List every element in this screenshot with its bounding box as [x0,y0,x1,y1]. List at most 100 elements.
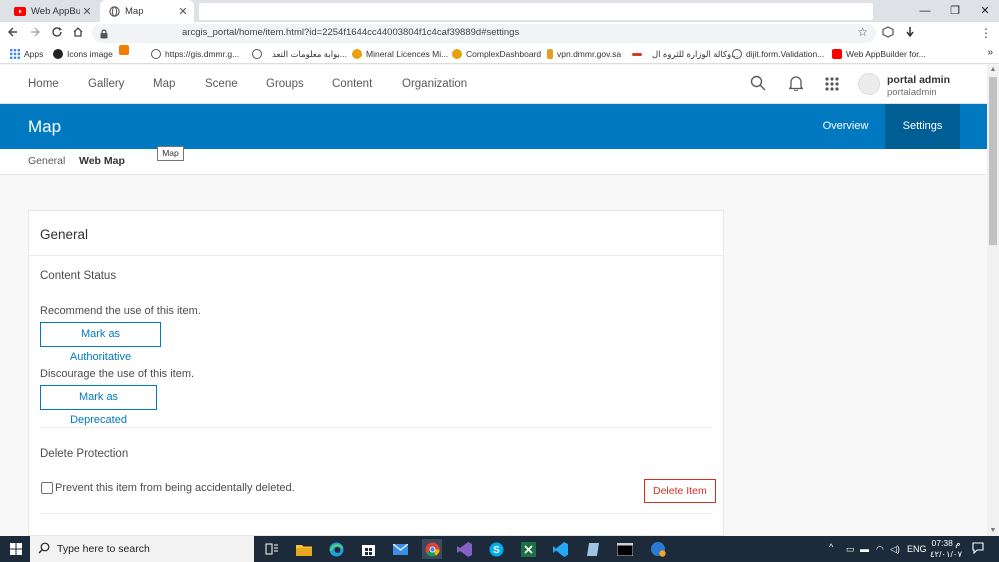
avatar[interactable] [858,73,880,95]
delete-protection-label[interactable]: Prevent this item from being accidentall… [55,482,295,494]
bookmark-icons-image[interactable]: Icons image [53,47,113,61]
globe-icon [108,5,120,17]
delete-item-button[interactable]: Delete Item [644,479,716,503]
tab-title: Map [125,5,144,17]
delete-protection-checkbox[interactable] [41,482,53,494]
chrome-icon[interactable] [422,539,442,559]
store-icon[interactable] [358,539,378,559]
more-bookmarks-icon[interactable]: » [987,47,993,58]
minimize-icon[interactable]: — [910,2,940,20]
volume-icon[interactable]: ◁) [890,544,900,555]
reload-icon[interactable] [50,26,64,40]
windows-taskbar: Type here to search S ^ ▭ ▬ ◠ ◁) ENG 07:… [0,536,999,562]
scroll-up-icon[interactable]: ▲ [987,65,999,75]
bookmark-star-icon[interactable]: ☆ [857,25,868,39]
scrollbar-thumb[interactable] [989,77,997,245]
extension-icon[interactable] [903,26,917,40]
globe-icon [151,49,161,59]
apps-grid-icon [10,49,20,59]
recommend-label: Recommend the use of this item. [40,305,201,317]
browser-tab-strip: Web AppBuildе ✕ Map ✕ — ❐ ✕ [0,0,999,22]
bookmark-blogger[interactable] [119,43,133,57]
bookmark-gis-dmmr[interactable]: https://gis.dmmr.g... [151,47,239,61]
divider [40,427,712,428]
windows-start-icon[interactable] [10,543,22,558]
lock-icon[interactable] [100,28,108,42]
home-icon[interactable] [71,26,85,40]
battery-icon[interactable]: ▬ [860,544,869,554]
delete-protection-title: Delete Protection [40,448,129,460]
wifi-icon[interactable]: ◠ [876,544,884,555]
close-window-icon[interactable]: ✕ [970,2,999,20]
subnav-general[interactable]: General [28,155,65,167]
tray-chevron-icon[interactable]: ^ [829,542,833,552]
tray-device-icon[interactable]: ▭ [846,544,855,555]
nav-map[interactable]: Map [153,78,175,90]
tab-settings[interactable]: Settings [885,104,960,149]
extension-icon[interactable] [881,26,895,40]
app-launcher-icon[interactable] [825,77,839,94]
forward-arrow-icon[interactable] [28,26,42,40]
visual-studio-icon[interactable] [454,539,474,559]
subnav-web-map[interactable]: Web Map [79,155,125,167]
taskbar-clock[interactable]: 07:38 م ٤٢/٠١/٠٧ [928,538,964,560]
close-tab-icon[interactable]: ✕ [80,5,94,18]
url-text[interactable]: arcgis_portal/home/item.html?id=2254f164… [182,27,519,38]
skype-icon[interactable]: S [486,539,506,559]
mail-icon[interactable] [390,539,410,559]
bookmark-label: https://gis.dmmr.g... [165,49,240,59]
bookmark-web-appbuilder[interactable]: Web AppBuilder for... [832,47,926,61]
youtube-icon [832,49,842,59]
search-icon [38,542,50,557]
divider [40,513,712,514]
search-icon[interactable] [750,75,766,94]
chrome-menu-icon[interactable]: ⋮ [979,26,993,40]
bookmarks-bar: Apps Icons image https://gis.dmmr.g... ب… [0,44,999,64]
excel-icon[interactable] [518,539,538,559]
settings-subnav: General Web Map [0,149,999,175]
bookmark-apps[interactable]: Apps [10,47,43,61]
input-language[interactable]: ENG [907,544,927,554]
task-view-icon[interactable] [262,539,282,559]
app-icon[interactable] [648,539,668,559]
mark-authoritative-button[interactable]: Mark as Authoritative [40,322,161,363]
tab-overview[interactable]: Overview [807,104,884,149]
bookmark-complex-dashboard[interactable]: ComplexDashboard [452,47,541,61]
divider [29,255,723,256]
bookmark-vpn[interactable]: vpn.dmmr.gov.sa [547,47,621,61]
nav-gallery[interactable]: Gallery [88,78,124,90]
bookmark-ministry[interactable]: وكالة الوزارة للثروة ال... [632,47,738,61]
globe-icon [732,49,742,59]
user-display-name[interactable]: portal admin [887,74,950,86]
bookmark-dijit[interactable]: dijit.form.Validation... [732,47,824,61]
content-status-title: Content Status [40,270,117,282]
bookmark-label: Mineral Licences Mi... [366,49,449,59]
vpn-icon [547,49,553,59]
notifications-icon[interactable] [972,542,984,556]
omnibox[interactable]: arcgis_portal/home/item.html?id=2254f164… [92,24,876,43]
file-explorer-icon[interactable] [294,539,314,559]
scroll-down-icon[interactable]: ▼ [987,526,999,536]
maximize-icon[interactable]: ❐ [940,2,970,20]
bookmark-arabic-portal[interactable]: بوابة معلومات التعد... [252,47,347,61]
mark-deprecated-button[interactable]: Mark as Deprecated [40,385,157,426]
nav-organization[interactable]: Organization [402,78,467,90]
taskbar-search-box[interactable]: Type here to search [30,536,254,562]
bell-icon[interactable] [787,75,805,94]
notepad-icon[interactable] [583,539,603,559]
tab-strip-empty-area [199,3,873,20]
back-arrow-icon[interactable] [6,26,20,40]
page-scrollbar[interactable]: ▲ ▼ [987,65,999,536]
vscode-icon[interactable] [550,539,570,559]
bookmark-mineral-licences[interactable]: Mineral Licences Mi... [352,47,448,61]
terminal-icon[interactable] [615,539,635,559]
browser-tab-map[interactable]: Map ✕ [100,0,194,22]
nav-content[interactable]: Content [332,78,372,90]
edge-icon[interactable] [326,539,346,559]
nav-groups[interactable]: Groups [266,78,304,90]
taskbar-search-placeholder: Type here to search [57,543,150,555]
browser-tab-web-appbuilder[interactable]: Web AppBuildе ✕ [6,0,98,22]
nav-scene[interactable]: Scene [205,78,238,90]
nav-home[interactable]: Home [28,78,59,90]
close-tab-icon[interactable]: ✕ [176,5,190,18]
